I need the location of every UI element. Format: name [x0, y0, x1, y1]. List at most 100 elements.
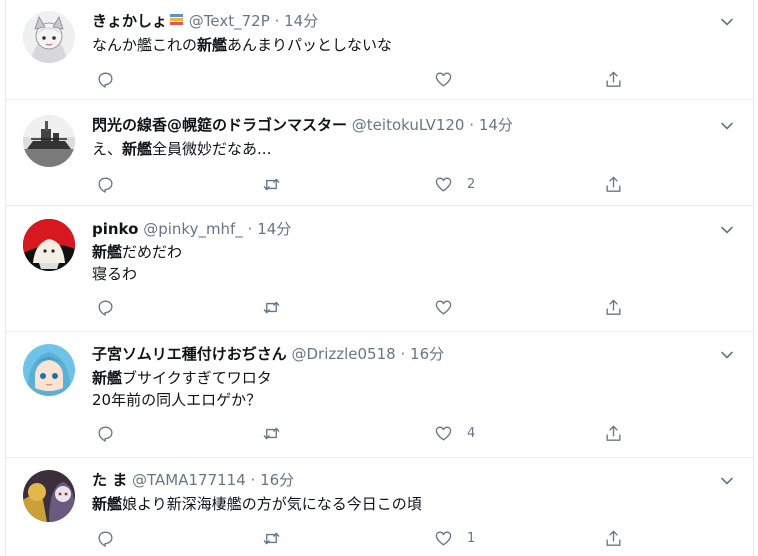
- tweet-time[interactable]: 16分: [260, 471, 294, 489]
- chevron-down-icon[interactable]: [719, 473, 735, 489]
- user-handle[interactable]: @Text_72P: [189, 12, 270, 30]
- share-button[interactable]: [604, 295, 623, 319]
- chevron-down-icon[interactable]: [719, 118, 735, 134]
- share-icon: [606, 71, 621, 87]
- tweet-text-line: なんか艦これの新艦あんまりパッとしないな: [92, 34, 392, 56]
- user-name[interactable]: た ま: [92, 471, 127, 489]
- like-button[interactable]: [434, 67, 467, 91]
- heart-icon: [435, 425, 452, 441]
- tweet-time[interactable]: 14分: [257, 220, 291, 238]
- text-segment: 20年前の同人エロゲか？: [92, 391, 262, 409]
- user-handle[interactable]: @teitokuLV120: [352, 116, 465, 134]
- tweet-actions: 2: [92, 172, 632, 196]
- reply-button[interactable]: [96, 295, 115, 319]
- tweet-time[interactable]: 14分: [479, 116, 513, 134]
- user-name[interactable]: きょかしょ: [92, 12, 167, 30]
- tweet-text: 新艦ブサイクすぎてワロタ 20年前の同人エロゲか？: [92, 367, 272, 411]
- heart-icon: [435, 176, 452, 192]
- books-emoji-icon: [169, 11, 184, 25]
- tweet-text-line: え、新艦全員微妙だなあ...: [92, 138, 271, 160]
- reply-icon: [98, 530, 113, 547]
- separator-dot: ·: [250, 471, 256, 489]
- separator-dot: ·: [247, 220, 253, 238]
- reply-button[interactable]: [96, 526, 115, 550]
- highlight-keyword: 新艦: [92, 369, 123, 387]
- reply-button[interactable]: [96, 67, 115, 91]
- text-segment: あんまりパッとしないな: [227, 36, 393, 54]
- like-count: 2: [467, 176, 476, 192]
- chevron-down-icon[interactable]: [719, 14, 735, 30]
- retweet-button[interactable]: [262, 295, 281, 319]
- reply-icon: [98, 71, 113, 88]
- avatar[interactable]: [23, 344, 75, 396]
- highlight-keyword: 新艦: [92, 495, 123, 513]
- share-button[interactable]: [604, 421, 623, 445]
- text-segment: ブサイクすぎてワロタ: [122, 369, 272, 387]
- tweet-text: 新艦だめだわ 寝るわ: [92, 241, 182, 285]
- text-segment: 全員微妙だなあ...: [152, 140, 272, 158]
- retweet-button[interactable]: [262, 172, 281, 196]
- reply-button[interactable]: [96, 421, 115, 445]
- heart-icon: [435, 299, 452, 315]
- like-button[interactable]: 4: [434, 421, 475, 445]
- share-icon: [606, 299, 621, 315]
- tweet-text-line: 新艦娘より新深海棲艦の方が気になる今日この頃: [92, 493, 422, 515]
- user-name[interactable]: 閃光の線香@幌筵のドラゴンマスター: [92, 116, 347, 134]
- user-handle[interactable]: @Drizzle0518: [291, 345, 395, 363]
- retweet-button[interactable]: [262, 421, 281, 445]
- retweet-icon: [263, 178, 280, 190]
- avatar[interactable]: [23, 11, 75, 63]
- text-segment: 娘より新深海棲艦の方が気になる今日この頃: [122, 495, 422, 513]
- separator-dot: ·: [400, 345, 406, 363]
- tweet-text: 新艦娘より新深海棲艦の方が気になる今日この頃: [92, 493, 422, 515]
- like-button[interactable]: 1: [434, 526, 475, 550]
- share-button[interactable]: [604, 526, 623, 550]
- tweet-time[interactable]: 14分: [284, 12, 318, 30]
- tweet-actions: [92, 67, 632, 91]
- chevron-down-icon[interactable]: [719, 347, 735, 363]
- tweet[interactable]: 子宮ソムリエ種付けおぢさん @Drizzle0518 · 16分 新艦ブサイクす…: [6, 333, 753, 458]
- tweet-text-line: 寝るわ: [92, 263, 182, 285]
- heart-icon: [435, 530, 452, 546]
- heart-icon: [435, 71, 452, 87]
- share-button[interactable]: [604, 172, 623, 196]
- separator-dot: ·: [274, 12, 280, 30]
- retweet-icon: [263, 301, 280, 313]
- tweet-time[interactable]: 16分: [410, 345, 444, 363]
- tweet[interactable]: きょかしょ @Text_72P · 14分 なんか艦これの新艦あんまりパッとしな…: [6, 0, 753, 100]
- chevron-down-icon[interactable]: [719, 222, 735, 238]
- text-segment: なんか艦これの: [92, 36, 198, 54]
- tweet-actions: 4: [92, 421, 632, 445]
- text-segment: だめだわ: [122, 243, 183, 261]
- text-segment: 寝るわ: [92, 265, 138, 283]
- like-button[interactable]: [434, 295, 467, 319]
- text-segment: え、: [92, 140, 123, 158]
- retweet-button[interactable]: [262, 526, 281, 550]
- user-name[interactable]: pinko: [92, 220, 138, 238]
- reply-icon: [98, 425, 113, 442]
- share-icon: [606, 176, 621, 192]
- tweet-actions: [92, 295, 632, 319]
- avatar[interactable]: [23, 115, 75, 167]
- share-button[interactable]: [604, 67, 623, 91]
- avatar[interactable]: [23, 470, 75, 522]
- reply-button[interactable]: [96, 172, 115, 196]
- avatar[interactable]: [23, 219, 75, 271]
- tweet-text: なんか艦これの新艦あんまりパッとしないな: [92, 34, 392, 56]
- reply-icon: [98, 299, 113, 316]
- tweet-actions: 1: [92, 526, 632, 550]
- tweet[interactable]: pinko @pinky_mhf_ · 14分 新艦だめだわ 寝るわ: [6, 207, 753, 332]
- tweet-text: え、新艦全員微妙だなあ...: [92, 138, 271, 160]
- user-name[interactable]: 子宮ソムリエ種付けおぢさん: [92, 345, 287, 363]
- like-button[interactable]: 2: [434, 172, 475, 196]
- tweet[interactable]: た ま @TAMA177114 · 16分 新艦娘より新深海棲艦の方が気になる今…: [6, 459, 753, 556]
- tweet-text-line: 新艦ブサイクすぎてワロタ: [92, 367, 272, 389]
- user-handle[interactable]: @pinky_mhf_: [143, 220, 243, 238]
- share-icon: [606, 425, 621, 441]
- retweet-icon: [263, 532, 280, 544]
- user-handle[interactable]: @TAMA177114: [132, 471, 246, 489]
- separator-dot: ·: [469, 116, 475, 134]
- highlight-keyword: 新艦: [122, 140, 153, 158]
- tweet[interactable]: 閃光の線香@幌筵のドラゴンマスター @teitokuLV120 · 14分 え、…: [6, 101, 753, 206]
- like-count: 4: [467, 425, 476, 441]
